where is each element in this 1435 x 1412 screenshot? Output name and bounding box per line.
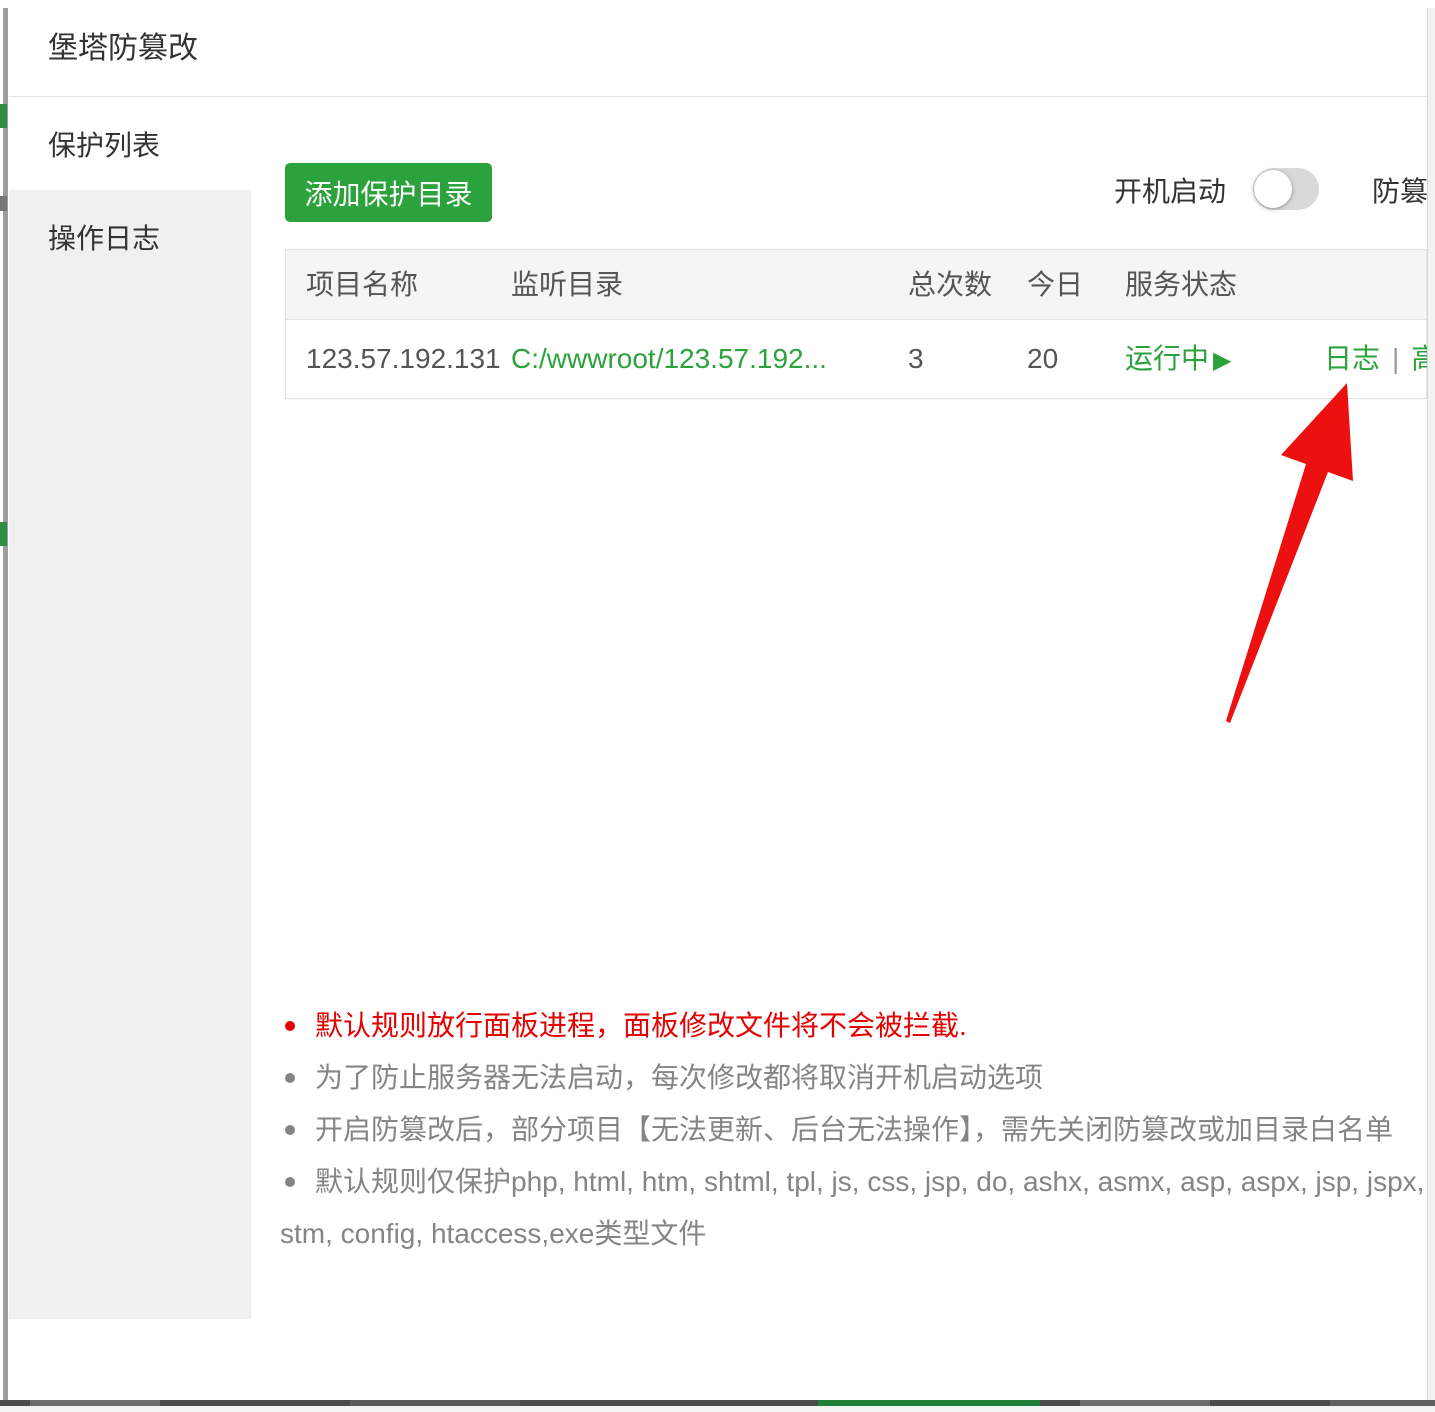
note-text: 默认规则仅保护php, html, htm, shtml, tpl, js, c… — [315, 1166, 1435, 1197]
tab-operation-log-label: 操作日志 — [48, 217, 160, 257]
add-protect-dir-button[interactable]: 添加保护目录 — [285, 163, 492, 222]
bullet-icon — [285, 1021, 295, 1031]
underlying-page-divider — [3, 8, 8, 1400]
toggle-knob-icon — [1254, 170, 1292, 208]
tamper-switch-label: 防篡改 — [1372, 172, 1435, 212]
annotation-arrow-icon — [1180, 340, 1435, 760]
anti-tamper-dialog: { "window": { "title": "堡塔防篡改" }, "sideb… — [0, 0, 1435, 1412]
note-text: 开启防篡改后，部分项目【无法更新、后台无法操作】，需先关闭防篡改或加目录白名单 — [315, 1114, 1393, 1145]
note-item: 默认规则仅保护php, html, htm, shtml, tpl, js, c… — [285, 1156, 1435, 1208]
note-item: 为了防止服务器无法启动，每次修改都将取消开机启动选项 — [285, 1052, 1435, 1104]
underlying-page-fragment — [0, 104, 7, 128]
autostart-label: 开机启动 — [1114, 172, 1226, 212]
bullet-icon — [285, 1125, 295, 1135]
bullet-icon — [285, 1073, 295, 1083]
tab-protect-list[interactable]: 保护列表 — [9, 97, 251, 190]
underlying-page-fragment — [0, 196, 7, 211]
note-item: 默认规则放行面板进程，面板修改文件将不会被拦截. — [285, 1000, 1435, 1052]
underlying-page-bottom-strip — [0, 1406, 1435, 1412]
col-header-status: 服务状态 — [1125, 250, 1237, 320]
note-item: 开启防篡改后，部分项目【无法更新、后台无法操作】，需先关闭防篡改或加目录白名单 — [285, 1104, 1435, 1156]
row-dir-link[interactable]: C:/wwwroot/123.57.192... — [511, 343, 827, 374]
notes-list: 默认规则放行面板进程，面板修改文件将不会被拦截. 为了防止服务器无法启动，每次修… — [285, 1000, 1435, 1260]
row-today-count: 20 — [1027, 320, 1058, 398]
autostart-toggle[interactable] — [1253, 168, 1319, 210]
col-header-today: 今日 — [1027, 250, 1083, 320]
note-text: stm, config, htaccess,exe类型文件 — [280, 1218, 706, 1249]
sidebar: 保护列表 操作日志 — [9, 97, 251, 1319]
table-header-row: 项目名称 监听目录 总次数 今日 服务状态 — [286, 250, 1426, 320]
row-total-count: 3 — [908, 320, 924, 398]
bullet-icon — [285, 1177, 295, 1187]
col-header-project: 项目名称 — [306, 250, 418, 320]
col-header-total: 总次数 — [908, 250, 992, 320]
underlying-page-fragment — [0, 522, 7, 546]
tab-operation-log[interactable]: 操作日志 — [9, 190, 251, 283]
underlying-page-right-edge — [1427, 8, 1435, 1400]
underlying-page-left-edge — [0, 8, 9, 1400]
note-text: 默认规则放行面板进程，面板修改文件将不会被拦截. — [315, 1010, 967, 1041]
page-title: 堡塔防篡改 — [48, 28, 198, 70]
tab-protect-list-label: 保护列表 — [48, 124, 160, 164]
note-text: 为了防止服务器无法启动，每次修改都将取消开机启动选项 — [315, 1062, 1043, 1093]
col-header-dir: 监听目录 — [511, 250, 623, 320]
note-item-continuation: stm, config, htaccess,exe类型文件 — [280, 1208, 1435, 1260]
row-project-name: 123.57.192.131 — [306, 320, 501, 398]
